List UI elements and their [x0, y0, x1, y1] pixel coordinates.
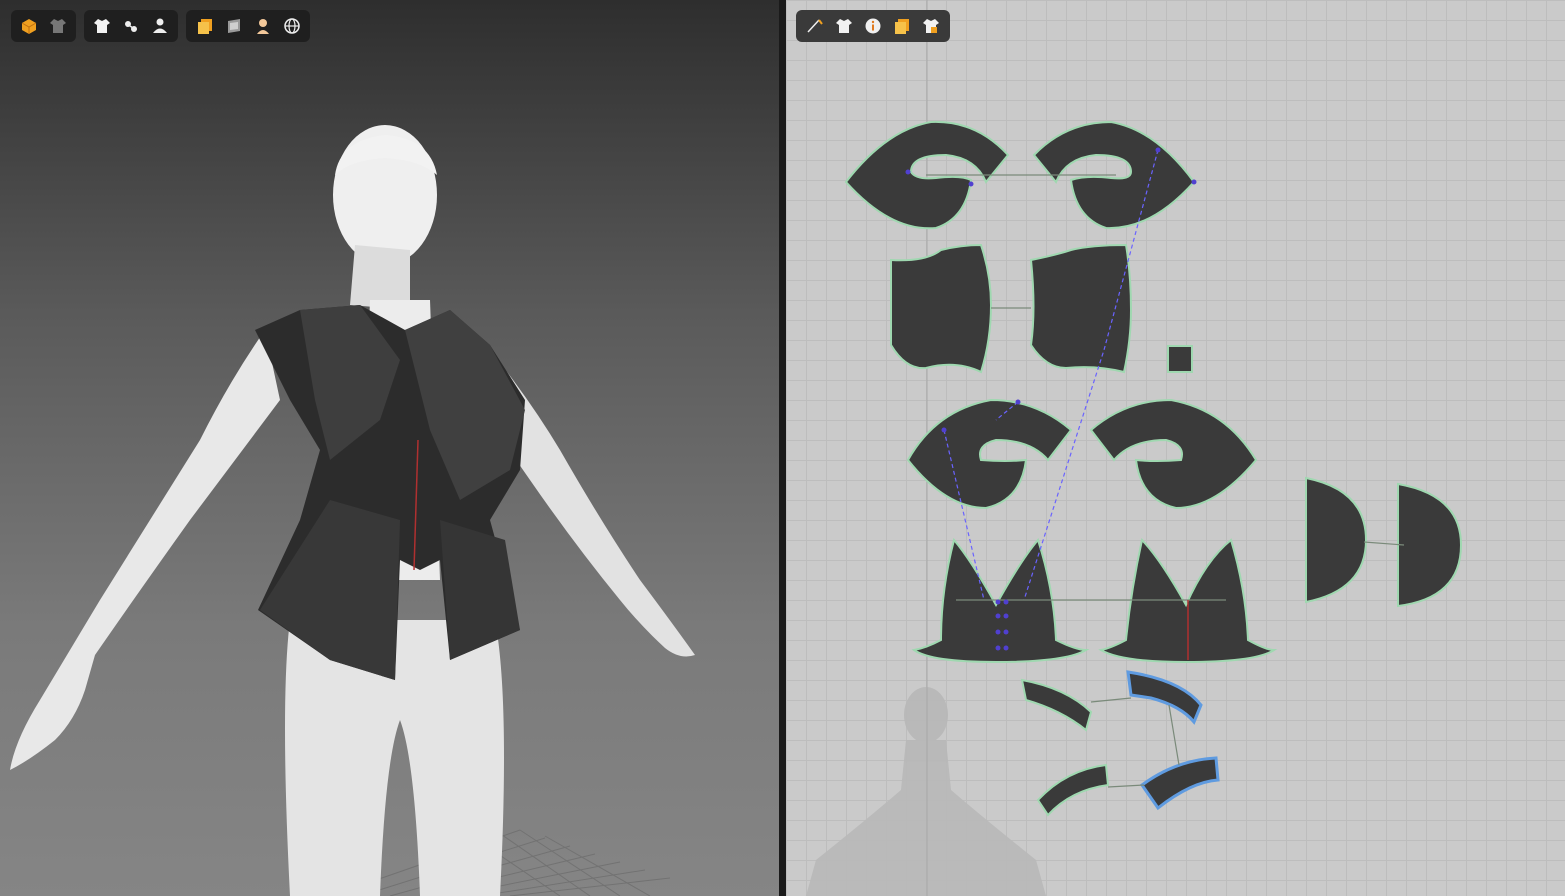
avatar-box-icon[interactable] — [15, 13, 44, 39]
fabric-layer-icon[interactable] — [219, 13, 248, 39]
garment-toolbar — [84, 10, 178, 42]
shirt-icon[interactable] — [88, 13, 117, 39]
skin-icon[interactable] — [248, 13, 277, 39]
texture-icon[interactable] — [888, 13, 917, 39]
pattern-piece-strap-1[interactable] — [1020, 678, 1093, 732]
pattern-piece-strap-3[interactable] — [1036, 763, 1110, 817]
vest-garment — [255, 305, 525, 680]
3d-scene — [10, 125, 695, 896]
viewport-divider[interactable] — [779, 0, 786, 896]
avatar-silhouette — [806, 687, 1046, 896]
pattern-piece-square[interactable] — [1167, 345, 1193, 373]
fitting-tools-icon[interactable] — [117, 13, 146, 39]
avatar-person-icon[interactable] — [145, 13, 174, 39]
pattern-piece-lapel-right[interactable] — [1089, 398, 1258, 510]
texture-icon[interactable] — [190, 13, 219, 39]
pattern-piece-side-left[interactable] — [1305, 476, 1368, 604]
pattern-piece-shoulder-left[interactable] — [890, 243, 993, 374]
pattern-piece-strap-2-selected[interactable] — [1126, 670, 1203, 725]
garment-dark-icon[interactable] — [44, 13, 73, 39]
3d-viewport[interactable] — [0, 0, 779, 896]
pattern-piece-side-right[interactable] — [1397, 482, 1463, 608]
pattern-toolbar — [796, 10, 950, 42]
pen-pattern-icon[interactable] — [800, 13, 829, 39]
globe-icon[interactable] — [277, 13, 306, 39]
lock-shirt-icon[interactable] — [917, 13, 946, 39]
avatar-toolbar — [11, 10, 76, 42]
pattern-canvas — [806, 0, 1463, 896]
pattern-piece-lapel-left[interactable] — [906, 398, 1073, 510]
info-icon[interactable] — [858, 13, 887, 39]
render-toolbar — [186, 10, 310, 42]
2d-pattern-viewport[interactable] — [786, 0, 1565, 896]
pattern-piece-strap-4-selected[interactable] — [1139, 756, 1220, 811]
pattern-piece-shoulder-right[interactable] — [1029, 243, 1133, 374]
shirt-icon[interactable] — [829, 13, 858, 39]
